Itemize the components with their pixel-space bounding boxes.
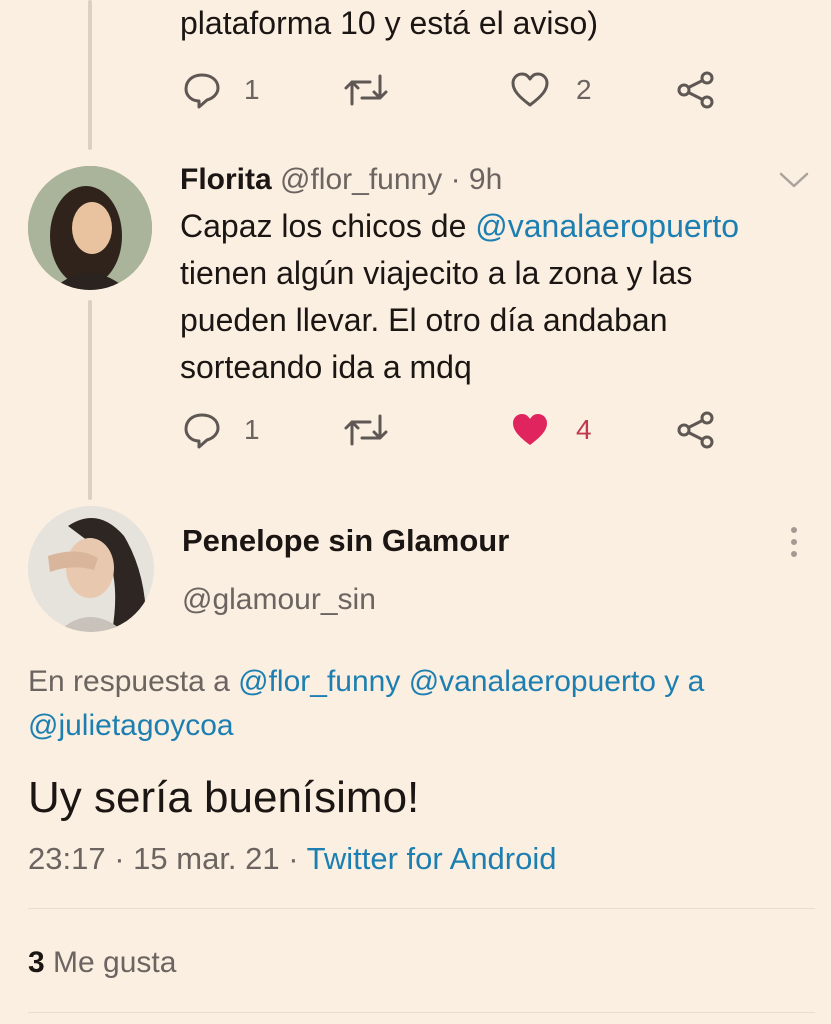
avatar-image bbox=[28, 506, 154, 632]
tweet-text: Capaz los chicos de @vanalaeropuerto tie… bbox=[180, 208, 740, 385]
heart-icon bbox=[511, 72, 549, 107]
like-button[interactable]: 2 bbox=[510, 70, 592, 110]
tweet-date: 15 mar. 21 bbox=[133, 841, 280, 876]
thread-line-top bbox=[88, 0, 92, 150]
display-name[interactable]: Penelope sin Glamour bbox=[182, 521, 509, 561]
tweet-meta: 23:17 · 15 mar. 21 · Twitter for Android bbox=[28, 841, 557, 876]
mention-link[interactable]: @julietagoycoa bbox=[28, 709, 234, 742]
reply-button[interactable]: 1 bbox=[182, 70, 260, 110]
timestamp[interactable]: 9h bbox=[469, 163, 502, 196]
reply-button[interactable]: 1 bbox=[182, 410, 260, 450]
likes-label: Me gusta bbox=[53, 946, 177, 979]
separator: · bbox=[450, 163, 461, 196]
mention-link[interactable]: @vanalaeropuerto bbox=[475, 208, 739, 244]
avatar-image bbox=[28, 166, 152, 290]
mention-link[interactable]: @vanalaeropuerto bbox=[409, 665, 656, 698]
likes-count: 3 bbox=[28, 946, 45, 979]
source-link[interactable]: Twitter for Android bbox=[307, 841, 557, 876]
retweet-button[interactable] bbox=[342, 410, 390, 450]
reply-icon bbox=[184, 73, 220, 109]
tweet-time: 23:17 bbox=[28, 841, 106, 876]
like-button[interactable]: 4 bbox=[510, 410, 592, 450]
likes-summary[interactable]: 3 Me gusta bbox=[28, 942, 176, 984]
retweet-icon bbox=[344, 414, 388, 446]
tweet-header: Florita @flor_funny · 9h bbox=[180, 160, 502, 200]
share-button[interactable] bbox=[676, 70, 716, 110]
display-name[interactable]: Florita bbox=[180, 163, 272, 196]
reply-context: En respuesta a @flor_funny @vanalaeropue… bbox=[28, 665, 705, 742]
like-count: 4 bbox=[576, 414, 592, 445]
divider bbox=[28, 908, 815, 909]
handle[interactable]: @glamour_sin bbox=[182, 580, 376, 620]
tweet-text: plataforma 10 y está el aviso) bbox=[180, 5, 598, 41]
avatar[interactable] bbox=[28, 506, 154, 632]
chevron-down-icon[interactable] bbox=[778, 168, 810, 192]
mention-link[interactable]: @flor_funny bbox=[238, 665, 400, 698]
reply-count: 1 bbox=[244, 74, 260, 105]
avatar[interactable] bbox=[28, 166, 152, 290]
share-icon bbox=[677, 71, 714, 109]
thread-line-mid bbox=[88, 300, 92, 500]
share-icon bbox=[677, 411, 714, 449]
handle[interactable]: @flor_funny bbox=[280, 163, 442, 196]
tweet-text: Uy sería buenísimo! bbox=[28, 773, 420, 822]
more-options-icon[interactable] bbox=[784, 524, 804, 560]
share-button[interactable] bbox=[676, 410, 716, 450]
retweet-icon bbox=[344, 74, 388, 106]
reply-count: 1 bbox=[244, 414, 260, 445]
heart-filled-icon bbox=[513, 414, 547, 445]
reply-icon bbox=[184, 413, 220, 449]
retweet-button[interactable] bbox=[342, 70, 390, 110]
divider bbox=[28, 1012, 815, 1013]
like-count: 2 bbox=[576, 74, 592, 105]
